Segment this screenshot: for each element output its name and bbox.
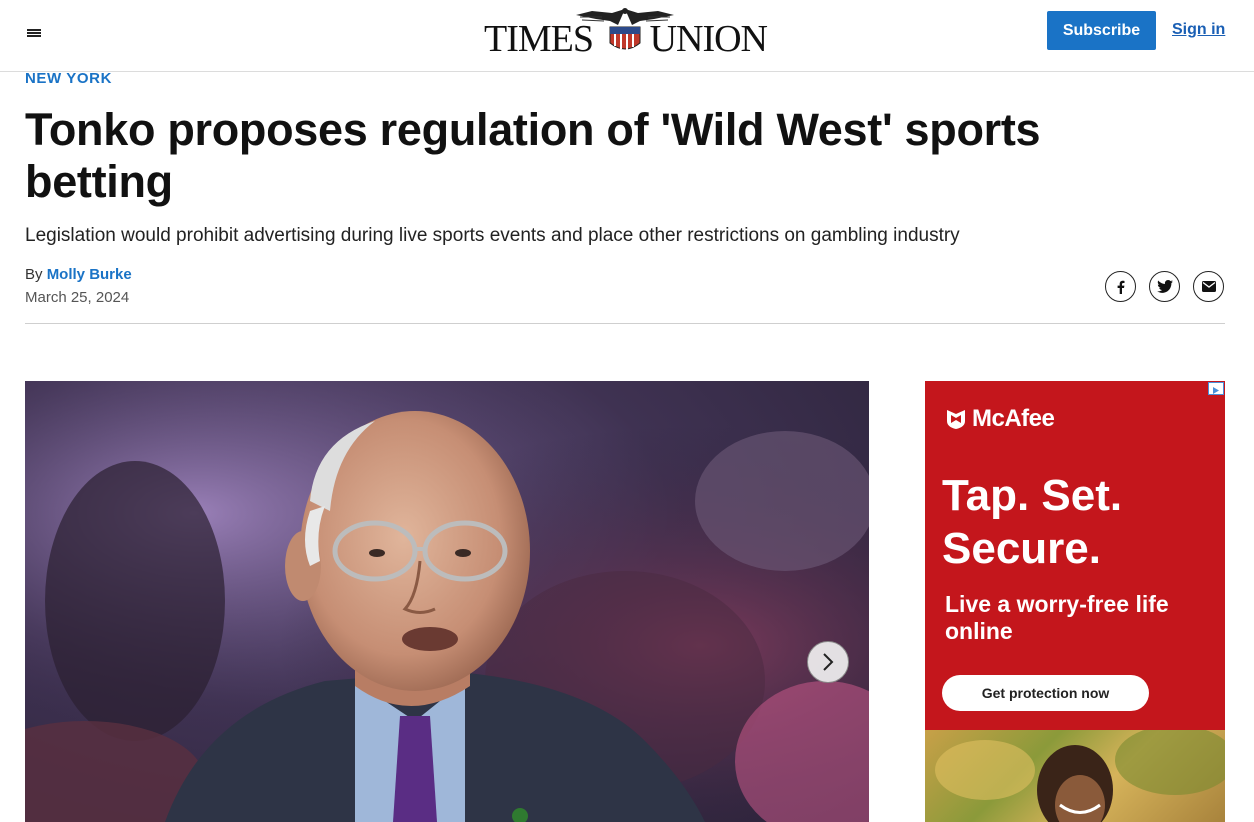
ad-brand: McAfee	[945, 405, 1055, 433]
share-email-button[interactable]	[1193, 271, 1224, 302]
ad-cta-button[interactable]: Get protection now	[942, 675, 1149, 711]
gallery-next-button[interactable]	[807, 641, 849, 683]
share-twitter-button[interactable]	[1149, 271, 1180, 302]
menu-icon[interactable]	[27, 27, 43, 39]
sign-in-link[interactable]: Sign in	[1172, 21, 1225, 39]
logo-wordmark-right: UNION	[649, 18, 768, 60]
subscribe-button[interactable]: Subscribe	[1047, 11, 1156, 50]
byline-prefix: By	[25, 266, 47, 283]
header-divider	[25, 323, 1225, 324]
ad-subhead: Live a worry-free life online	[945, 591, 1169, 644]
ad-brand-name: McAfee	[972, 405, 1055, 432]
byline: By Molly Burke	[25, 266, 132, 283]
photo-illustration	[25, 381, 869, 822]
author-link[interactable]: Molly Burke	[47, 266, 132, 283]
ad-choices-icon[interactable]	[1208, 382, 1224, 395]
email-icon	[1201, 281, 1216, 292]
site-header: TIMES UNION Subscribe Sign in	[0, 0, 1254, 72]
publish-date: March 25, 2024	[25, 289, 130, 306]
section-label[interactable]: NEW YORK	[25, 70, 112, 87]
advertisement[interactable]: McAfee Tap. Set. Secure. Live a worry-fr…	[925, 381, 1225, 822]
chevron-right-icon	[823, 653, 834, 671]
share-facebook-button[interactable]	[1105, 271, 1136, 302]
twitter-icon	[1156, 279, 1173, 293]
ad-headline: Tap. Set. Secure.	[942, 471, 1123, 573]
mcafee-shield-icon	[947, 410, 965, 429]
ad-photo	[925, 725, 1225, 822]
article-dek: Legislation would prohibit advertising d…	[25, 225, 960, 246]
lead-photo[interactable]	[25, 381, 869, 822]
article-headline: Tonko proposes regulation of 'Wild West'…	[25, 104, 1041, 207]
facebook-icon	[1117, 280, 1124, 294]
site-logo[interactable]: TIMES UNION	[484, 5, 768, 60]
logo-wordmark-left: TIMES	[484, 18, 594, 60]
